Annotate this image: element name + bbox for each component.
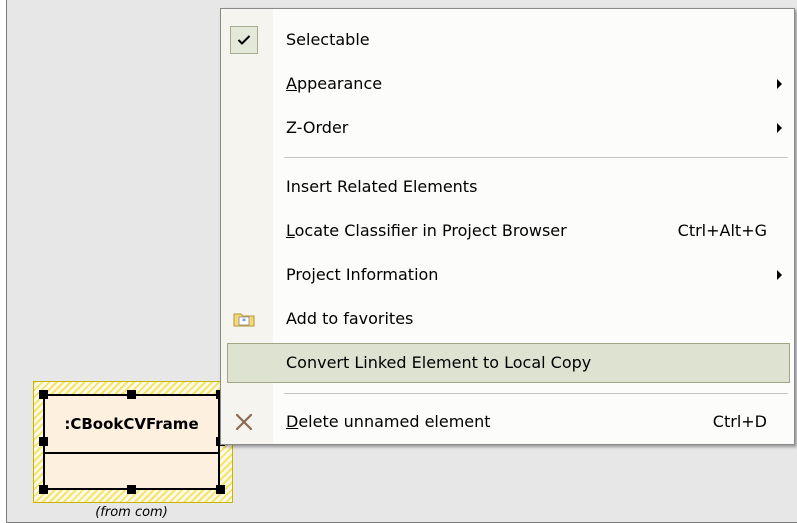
menu-separator [284, 157, 788, 158]
favorites-folder-icon: * [229, 304, 259, 334]
menu-item-add-to-favorites[interactable]: * Add to favorites [221, 299, 794, 339]
submenu-arrow-icon [777, 123, 782, 133]
check-icon [229, 25, 259, 55]
menu-item-label: Convert Linked Element to Local Copy [286, 353, 592, 372]
resize-handle-bottom-left[interactable] [39, 485, 48, 494]
diagram-element[interactable]: :CBookCVFrame [43, 394, 220, 490]
menu-item-project-information[interactable]: Project Information [221, 255, 794, 295]
resize-handle-middle-left[interactable] [39, 437, 48, 446]
resize-handle-bottom-right[interactable] [216, 485, 225, 494]
menu-item-label: Selectable [286, 30, 370, 49]
svg-text:*: * [242, 317, 246, 326]
menu-item-label: Project Information [286, 265, 439, 284]
submenu-arrow-icon [777, 79, 782, 89]
element-name: :CBookCVFrame [45, 396, 218, 454]
menu-item-shortcut: Ctrl+Alt+G [677, 221, 767, 240]
menu-item-label: Add to favorites [286, 309, 414, 328]
menu-item-locate-classifier[interactable]: Locate Classifier in Project Browser Ctr… [221, 211, 794, 251]
menu-item-selectable[interactable]: Selectable [221, 20, 794, 60]
menu-item-shortcut: Ctrl+D [712, 412, 767, 431]
resize-handle-top-center[interactable] [127, 390, 136, 399]
delete-x-icon [229, 407, 259, 437]
menu-item-label: Insert Related Elements [286, 177, 478, 196]
menu-item-convert-linked-element[interactable]: Convert Linked Element to Local Copy [227, 343, 790, 383]
menu-item-label: Delete unnamed element [286, 412, 491, 431]
from-package-label: (from com) [95, 505, 168, 520]
menu-item-z-order[interactable]: Z-Order [221, 108, 794, 148]
submenu-arrow-icon [777, 270, 782, 280]
menu-item-insert-related-elements[interactable]: Insert Related Elements [221, 167, 794, 207]
menu-item-label: Locate Classifier in Project Browser [286, 221, 567, 240]
menu-item-label: Z-Order [286, 118, 349, 137]
context-menu: Selectable Appearance Z-Order Insert Rel… [220, 8, 795, 445]
resize-handle-bottom-center[interactable] [127, 485, 136, 494]
menu-item-appearance[interactable]: Appearance [221, 64, 794, 104]
menu-separator [284, 393, 788, 394]
menu-item-label: Appearance [286, 74, 383, 93]
menu-item-delete-unnamed-element[interactable]: Delete unnamed element Ctrl+D [221, 402, 794, 442]
resize-handle-top-left[interactable] [39, 390, 48, 399]
